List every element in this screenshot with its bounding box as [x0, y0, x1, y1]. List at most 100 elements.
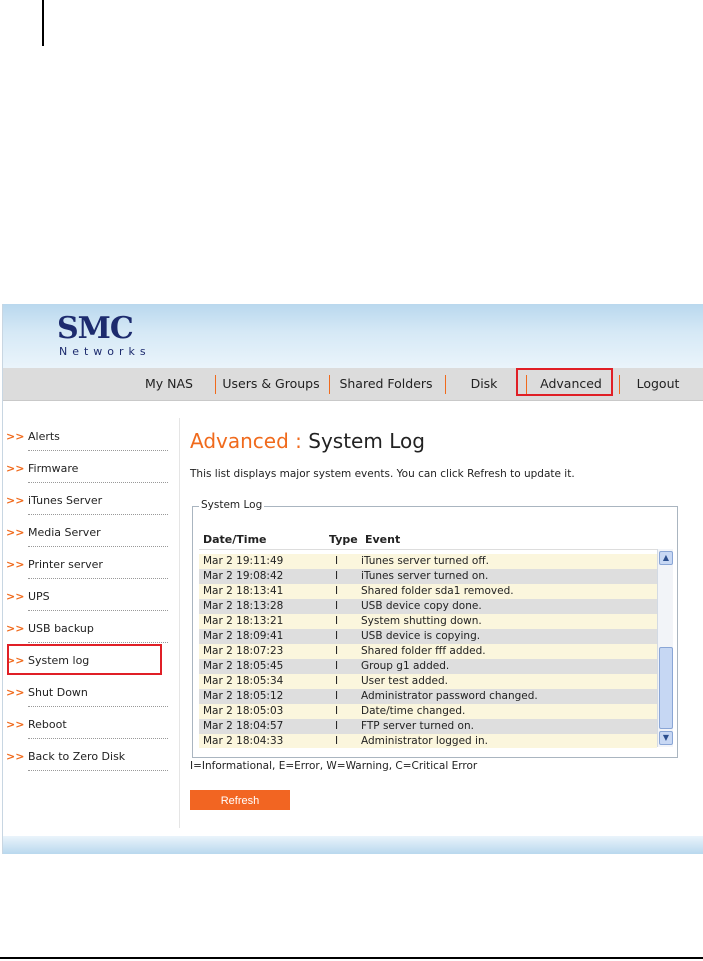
cell-date: Mar 2 18:07:23: [203, 645, 284, 657]
nav-separator: [445, 375, 446, 394]
chevron-right-icon: >>: [6, 526, 25, 539]
scroll-thumb[interactable]: [659, 647, 673, 729]
smc-logo: SMC Networks: [57, 311, 157, 359]
sidebar-item-itunes-server[interactable]: >> iTunes Server: [3, 486, 173, 518]
table-row: Mar 2 18:05:45 I Group g1 added.: [199, 659, 657, 674]
table-row: Mar 2 18:04:57 I FTP server turned on.: [199, 719, 657, 734]
sidebar-item-label: Firmware: [28, 462, 79, 475]
table-row: Mar 2 19:08:42 I iTunes server turned on…: [199, 569, 657, 584]
divider: [28, 482, 168, 483]
cell-event: Group g1 added.: [361, 660, 450, 672]
logo-text: SMC: [57, 311, 134, 346]
cell-event: Administrator logged in.: [361, 735, 488, 747]
cell-date: Mar 2 19:11:49: [203, 555, 284, 567]
sidebar-item-label: Back to Zero Disk: [28, 750, 126, 763]
divider: [28, 546, 168, 547]
sidebar-item-label: Shut Down: [28, 686, 88, 699]
cell-event: User test added.: [361, 675, 448, 687]
sidebar-item-label: Reboot: [28, 718, 67, 731]
page-bottom-rule: [0, 957, 703, 959]
chevron-right-icon: >>: [6, 558, 25, 571]
log-scrollbar[interactable]: ▲ ▼: [657, 549, 673, 747]
sidebar-item-back-to-zero-disk[interactable]: >> Back to Zero Disk: [3, 742, 173, 774]
table-row: Mar 2 18:13:28 I USB device copy done.: [199, 599, 657, 614]
page-margin-rule: [42, 0, 44, 46]
cell-date: Mar 2 19:08:42: [203, 570, 284, 582]
cell-type: I: [335, 660, 339, 672]
chevron-right-icon: >>: [6, 750, 25, 763]
table-row: Mar 2 18:13:21 I System shutting down.: [199, 614, 657, 629]
cell-date: Mar 2 18:04:33: [203, 735, 284, 747]
divider: [28, 514, 168, 515]
logo-subtitle: Networks: [59, 345, 151, 358]
column-header-event: Event: [365, 533, 401, 546]
sidebar-item-media-server[interactable]: >> Media Server: [3, 518, 173, 550]
cell-date: Mar 2 18:05:03: [203, 705, 284, 717]
system-log-panel: System Log Date/Time Type Event Mar 2 19…: [192, 499, 678, 758]
scroll-down-icon[interactable]: ▼: [659, 731, 673, 745]
type-legend: I=Informational, E=Error, W=Warning, C=C…: [190, 760, 478, 772]
column-header-date: Date/Time: [203, 533, 267, 546]
cell-event: Shared folder sda1 removed.: [361, 585, 514, 597]
sidebar-item-usb-backup[interactable]: >> USB backup: [3, 614, 173, 646]
chevron-right-icon: >>: [6, 462, 25, 475]
advanced-highlight-box: [516, 368, 613, 396]
cell-event: Date/time changed.: [361, 705, 466, 717]
sidebar-item-label: Alerts: [28, 430, 60, 443]
panel-legend: System Log: [199, 499, 265, 511]
column-header-type: Type: [329, 533, 358, 546]
divider: [28, 578, 168, 579]
page-title-section: Advanced :: [190, 429, 302, 453]
sidebar-item-firmware[interactable]: >> Firmware: [3, 454, 173, 486]
divider: [28, 450, 168, 451]
sidebar-item-printer-server[interactable]: >> Printer server: [3, 550, 173, 582]
refresh-button[interactable]: Refresh: [190, 790, 290, 810]
cell-type: I: [335, 570, 339, 582]
table-row: Mar 2 18:04:33 I Administrator logged in…: [199, 734, 657, 748]
sidebar-item-alerts[interactable]: >> Alerts: [3, 422, 173, 454]
table-row: Mar 2 18:05:34 I User test added.: [199, 674, 657, 689]
divider: [28, 738, 168, 739]
system-log-highlight-box: [7, 644, 162, 675]
footer-band: [3, 836, 703, 854]
cell-event: iTunes server turned off.: [361, 555, 489, 567]
divider: [28, 610, 168, 611]
log-table-header: Date/Time Type Event: [201, 533, 671, 547]
divider: [28, 770, 168, 771]
chevron-right-icon: >>: [6, 430, 25, 443]
table-row: Mar 2 18:13:41 I Shared folder sda1 remo…: [199, 584, 657, 599]
cell-type: I: [335, 645, 339, 657]
page-title: Advanced : System Log: [190, 426, 690, 456]
sidebar-item-label: iTunes Server: [28, 494, 103, 507]
cell-event: iTunes server turned on.: [361, 570, 489, 582]
nav-users-groups[interactable]: Users & Groups: [221, 368, 321, 400]
sidebar-item-label: USB backup: [28, 622, 94, 635]
log-list[interactable]: Mar 2 19:11:49 I iTunes server turned of…: [199, 549, 657, 748]
scroll-up-icon[interactable]: ▲: [659, 551, 673, 565]
cell-event: System shutting down.: [361, 615, 482, 627]
cell-date: Mar 2 18:13:21: [203, 615, 284, 627]
nav-separator: [329, 375, 330, 394]
nav-logout[interactable]: Logout: [629, 368, 687, 400]
nav-shared-folders[interactable]: Shared Folders: [335, 368, 437, 400]
cell-type: I: [335, 630, 339, 642]
cell-type: I: [335, 600, 339, 612]
cell-type: I: [335, 735, 339, 747]
main-content: Advanced : System Log This list displays…: [190, 426, 690, 810]
cell-event: Administrator password changed.: [361, 690, 538, 702]
cell-date: Mar 2 18:04:57: [203, 720, 284, 732]
cell-type: I: [335, 555, 339, 567]
divider: [28, 706, 168, 707]
sidebar-item-reboot[interactable]: >> Reboot: [3, 710, 173, 742]
cell-type: I: [335, 705, 339, 717]
page-description: This list displays major system events. …: [190, 468, 575, 480]
chevron-right-icon: >>: [6, 590, 25, 603]
cell-type: I: [335, 675, 339, 687]
divider: [28, 642, 168, 643]
cell-type: I: [335, 720, 339, 732]
page-title-name: System Log: [308, 429, 425, 453]
nav-my-nas[interactable]: My NAS: [137, 368, 201, 400]
sidebar-item-shut-down[interactable]: >> Shut Down: [3, 678, 173, 710]
sidebar-item-ups[interactable]: >> UPS: [3, 582, 173, 614]
nav-disk[interactable]: Disk: [461, 368, 507, 400]
